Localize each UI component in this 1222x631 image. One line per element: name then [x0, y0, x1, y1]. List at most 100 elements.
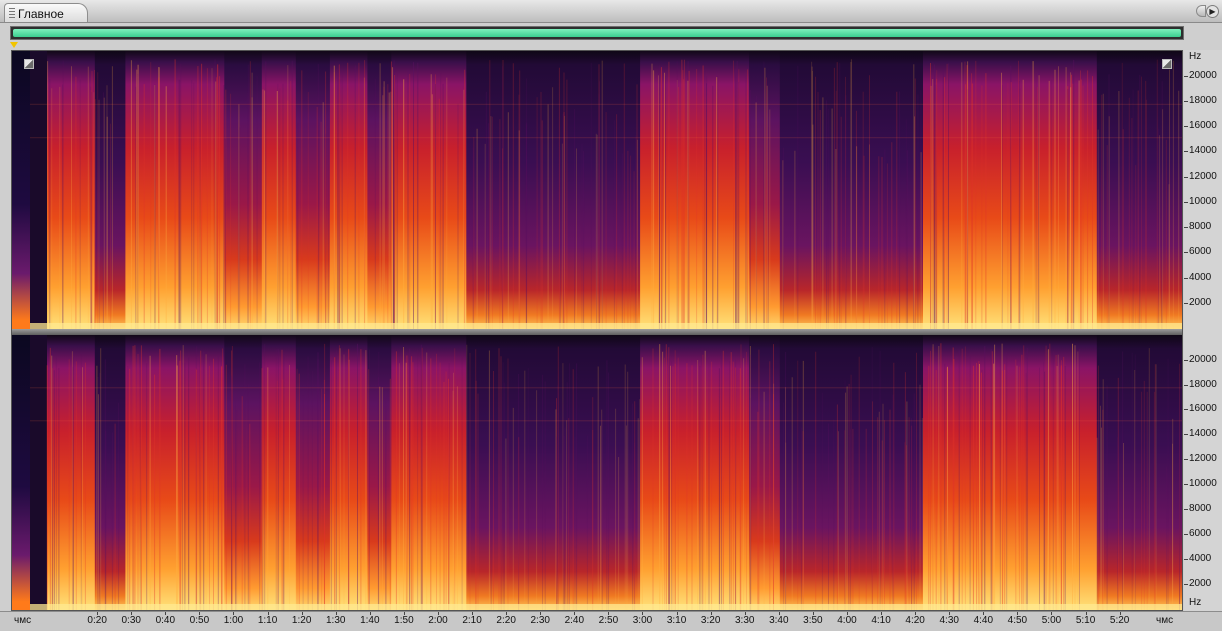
spectral-segment — [466, 335, 569, 610]
channel-right-spectrogram[interactable] — [12, 335, 1182, 610]
frequency-tick — [1184, 252, 1188, 254]
frequency-label: 16000 — [1189, 120, 1217, 132]
frequency-label: 2000 — [1189, 296, 1212, 308]
frequency-label: 14000 — [1189, 145, 1217, 157]
panel-corner-controls: ▶ — [1196, 5, 1220, 19]
frequency-label: 6000 — [1189, 528, 1212, 540]
time-label: 4:20 — [905, 615, 925, 626]
frequency-tick — [1184, 409, 1188, 411]
frequency-tick — [1184, 534, 1188, 536]
frequency-label: 8000 — [1189, 221, 1212, 233]
channel-right-level-strip — [12, 335, 30, 610]
spectrogram-right[interactable] — [30, 335, 1182, 610]
frequency-tick — [1184, 101, 1188, 103]
playhead-marker-icon[interactable] — [10, 42, 18, 48]
spectral-segment — [261, 51, 297, 329]
time-label: 0:40 — [155, 615, 176, 626]
time-label: 4:40 — [973, 615, 994, 626]
frequency-tick — [1184, 277, 1188, 279]
spectral-segment — [261, 335, 297, 610]
time-label: 3:50 — [803, 615, 823, 626]
frequency-label: 16000 — [1189, 403, 1217, 415]
frequency-label: 18000 — [1189, 95, 1217, 107]
time-label: 2:20 — [496, 615, 516, 626]
spectral-segment — [162, 335, 225, 610]
time-label: 2:30 — [530, 615, 550, 626]
time-label: 1:30 — [326, 615, 346, 626]
frequency-tick — [1184, 434, 1188, 436]
zoom-icon[interactable] — [24, 59, 34, 69]
time-label: 4:30 — [939, 615, 959, 626]
frequency-tick — [1184, 302, 1188, 304]
spectral-segment — [224, 335, 263, 610]
time-label: 1:20 — [291, 615, 312, 626]
time-label: 2:50 — [598, 615, 619, 626]
time-label: 4:10 — [871, 615, 891, 626]
time-label: 0:30 — [121, 615, 141, 626]
time-label: 3:40 — [769, 615, 789, 626]
frequency-tick — [1184, 151, 1188, 153]
grip-icon — [9, 8, 15, 18]
document-tab-bar: Главное ▶ — [0, 0, 1222, 23]
spectral-segment — [466, 51, 569, 329]
frequency-tick — [1184, 75, 1188, 77]
time-label: 1:40 — [360, 615, 380, 626]
visible-range-indicator[interactable] — [13, 29, 1181, 37]
frequency-label: 12000 — [1189, 170, 1217, 182]
time-label: 4:50 — [1007, 615, 1028, 626]
frequency-label: 2000 — [1189, 578, 1212, 590]
spectral-segment — [125, 335, 164, 610]
spectral-segment — [224, 51, 263, 329]
time-label: 3:20 — [700, 615, 721, 626]
frequency-tick — [1184, 559, 1188, 561]
spectral-segment — [432, 51, 467, 329]
frequency-tick — [1184, 227, 1188, 229]
time-label: 1:10 — [257, 615, 278, 626]
low-frequency-band — [30, 604, 1182, 610]
time-label: 2:00 — [428, 615, 448, 626]
frequency-tick — [1184, 359, 1188, 361]
time-unit-right: чмс — [1156, 615, 1174, 626]
zoom-overview-bar[interactable] — [10, 26, 1184, 40]
time-label: 5:20 — [1109, 615, 1130, 626]
tab-main[interactable]: Главное — [4, 3, 88, 22]
frequency-label: 12000 — [1189, 453, 1217, 465]
spectral-display[interactable] — [11, 50, 1183, 611]
frequency-label: 20000 — [1189, 69, 1217, 81]
zoom-icon[interactable] — [1162, 59, 1172, 69]
frequency-label: 6000 — [1189, 246, 1212, 258]
frequency-unit-bottom: Hz — [1189, 597, 1202, 608]
panel-menu-button[interactable] — [1196, 5, 1206, 17]
frequency-tick — [1184, 126, 1188, 128]
time-label: 2:40 — [564, 615, 585, 626]
frequency-label: 4000 — [1189, 271, 1212, 283]
frequency-label: 4000 — [1189, 553, 1212, 565]
frequency-label: 14000 — [1189, 428, 1217, 440]
frequency-label: 20000 — [1189, 353, 1217, 365]
time-unit-left: чмс — [14, 615, 32, 626]
channel-left-level-strip — [12, 51, 30, 329]
time-label: 4:00 — [837, 615, 857, 626]
play-icon[interactable]: ▶ — [1206, 5, 1219, 18]
time-label: 1:50 — [394, 615, 414, 626]
spectrogram-left[interactable] — [30, 51, 1182, 329]
frequency-tick — [1184, 176, 1188, 178]
time-label: 3:10 — [666, 615, 687, 626]
frequency-tick — [1184, 201, 1188, 203]
channel-left-spectrogram[interactable] — [12, 51, 1182, 329]
spectral-segment — [749, 335, 781, 610]
time-label: 5:00 — [1041, 615, 1062, 626]
harmonic-band — [30, 137, 1182, 139]
frequency-tick — [1184, 509, 1188, 511]
time-label: 5:10 — [1075, 615, 1096, 626]
frequency-label: 18000 — [1189, 378, 1217, 390]
frequency-label: 10000 — [1189, 478, 1217, 490]
time-label: 3:00 — [632, 615, 653, 626]
time-label: 0:50 — [189, 615, 210, 626]
frequency-label: 8000 — [1189, 503, 1212, 515]
time-label: 2:10 — [462, 615, 482, 626]
harmonic-band — [30, 387, 1182, 389]
frequency-tick — [1184, 459, 1188, 461]
time-label: 1:00 — [223, 615, 244, 626]
tab-main-label: Главное — [18, 7, 64, 21]
